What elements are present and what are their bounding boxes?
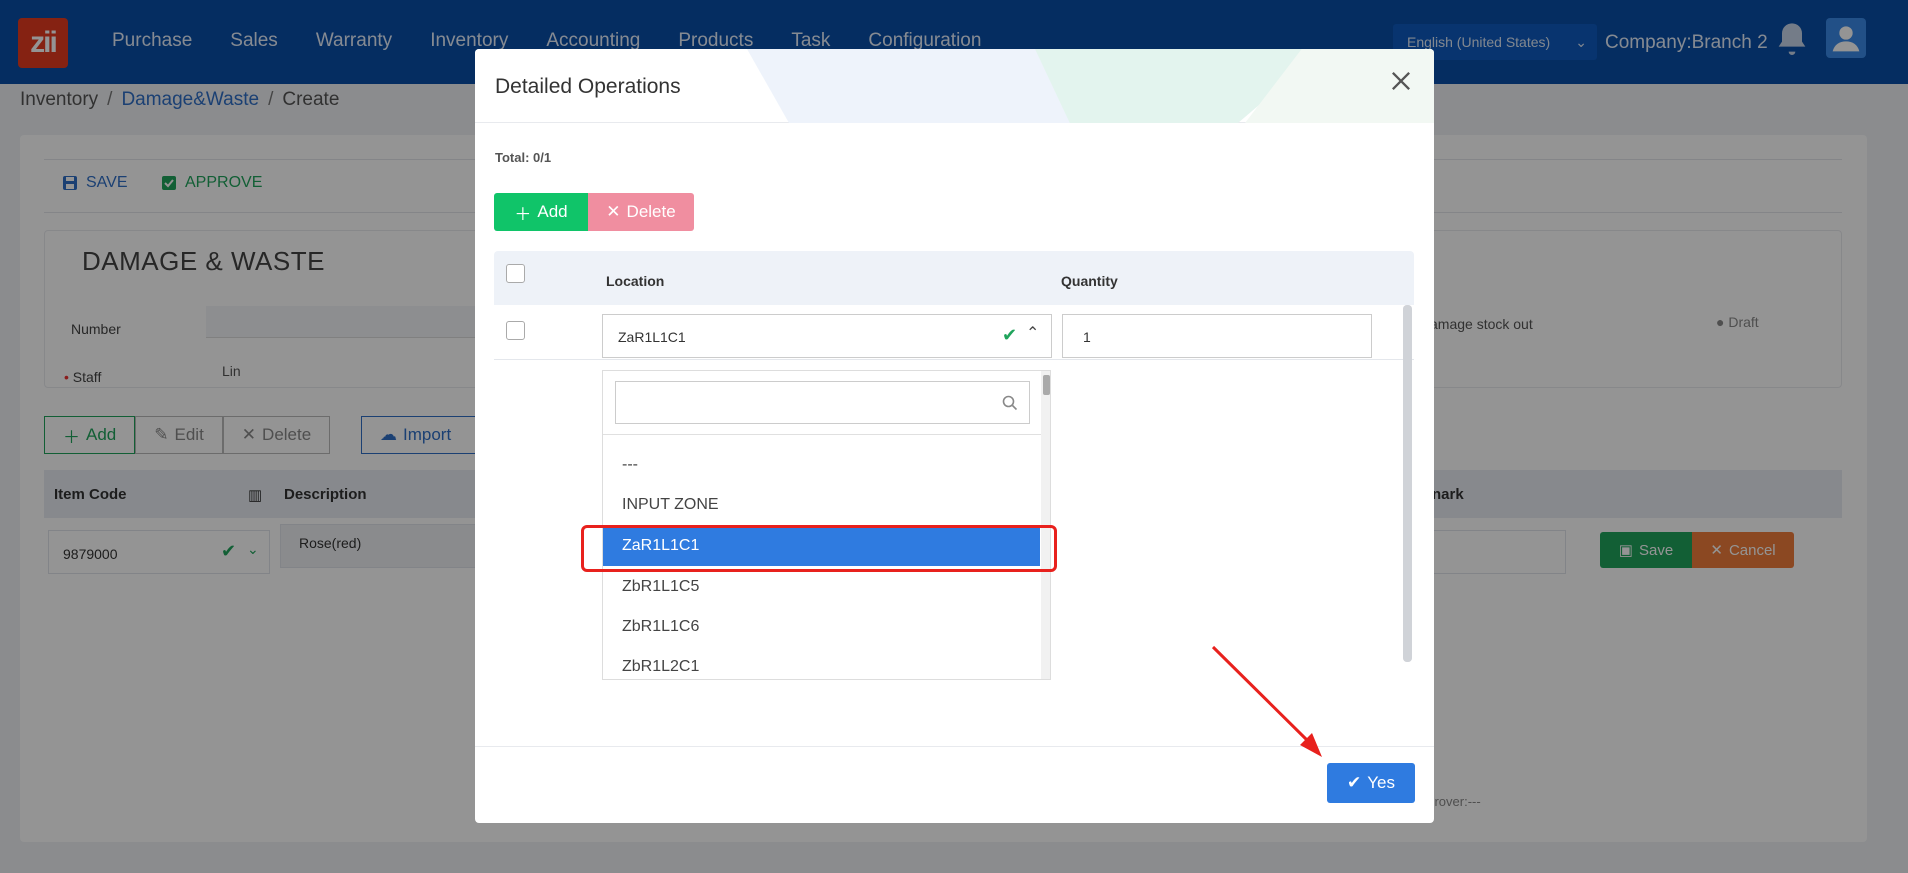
chevron-up-icon[interactable]: ⌃ <box>1026 323 1039 343</box>
modal-add-button[interactable]: ＋ Add <box>494 193 588 231</box>
modal-footer-divider <box>475 746 1434 747</box>
check-icon: ✔ <box>1002 325 1018 345</box>
quantity-value: 1 <box>1083 329 1091 345</box>
option-zbr1l1c6[interactable]: ZbR1L1C6 <box>603 607 1040 647</box>
location-value: ZaR1L1C1 <box>618 329 686 345</box>
row-checkbox[interactable] <box>506 321 525 340</box>
total-count: Total: 0/1 <box>495 150 552 165</box>
yes-button[interactable]: ✔ Yes <box>1327 763 1415 803</box>
modal-delete-button[interactable]: ✕ Delete <box>588 193 694 231</box>
modal-header: Detailed Operations <box>475 49 1434 123</box>
search-icon <box>1002 395 1018 411</box>
check-icon: ✔ <box>1347 773 1362 792</box>
location-select[interactable]: ZaR1L1C1 ✔ ⌃ <box>602 314 1052 358</box>
table-scrollbar[interactable] <box>1403 305 1412 662</box>
option-zbr1l1c5[interactable]: ZbR1L1C5 <box>603 567 1040 607</box>
close-icon[interactable] <box>1387 67 1415 95</box>
x-icon: ✕ <box>606 202 621 221</box>
select-all-checkbox[interactable] <box>506 264 525 283</box>
highlight-box <box>581 525 1057 572</box>
th-location: Location <box>606 273 665 289</box>
plus-icon: ＋ <box>514 204 532 224</box>
option-input-zone[interactable]: INPUT ZONE <box>603 485 1040 525</box>
detailed-operations-modal: Detailed Operations Total: 0/1 ＋ Add ✕ Del… <box>475 49 1434 823</box>
th-quantity: Quantity <box>1061 273 1118 289</box>
quantity-input[interactable]: 1 <box>1062 314 1372 358</box>
modal-title: Detailed Operations <box>495 75 681 98</box>
dropdown-search-input[interactable] <box>615 381 1030 424</box>
option-zbr1l2c1[interactable]: ZbR1L2C1 <box>603 647 1040 679</box>
option-none[interactable]: --- <box>603 445 1040 485</box>
